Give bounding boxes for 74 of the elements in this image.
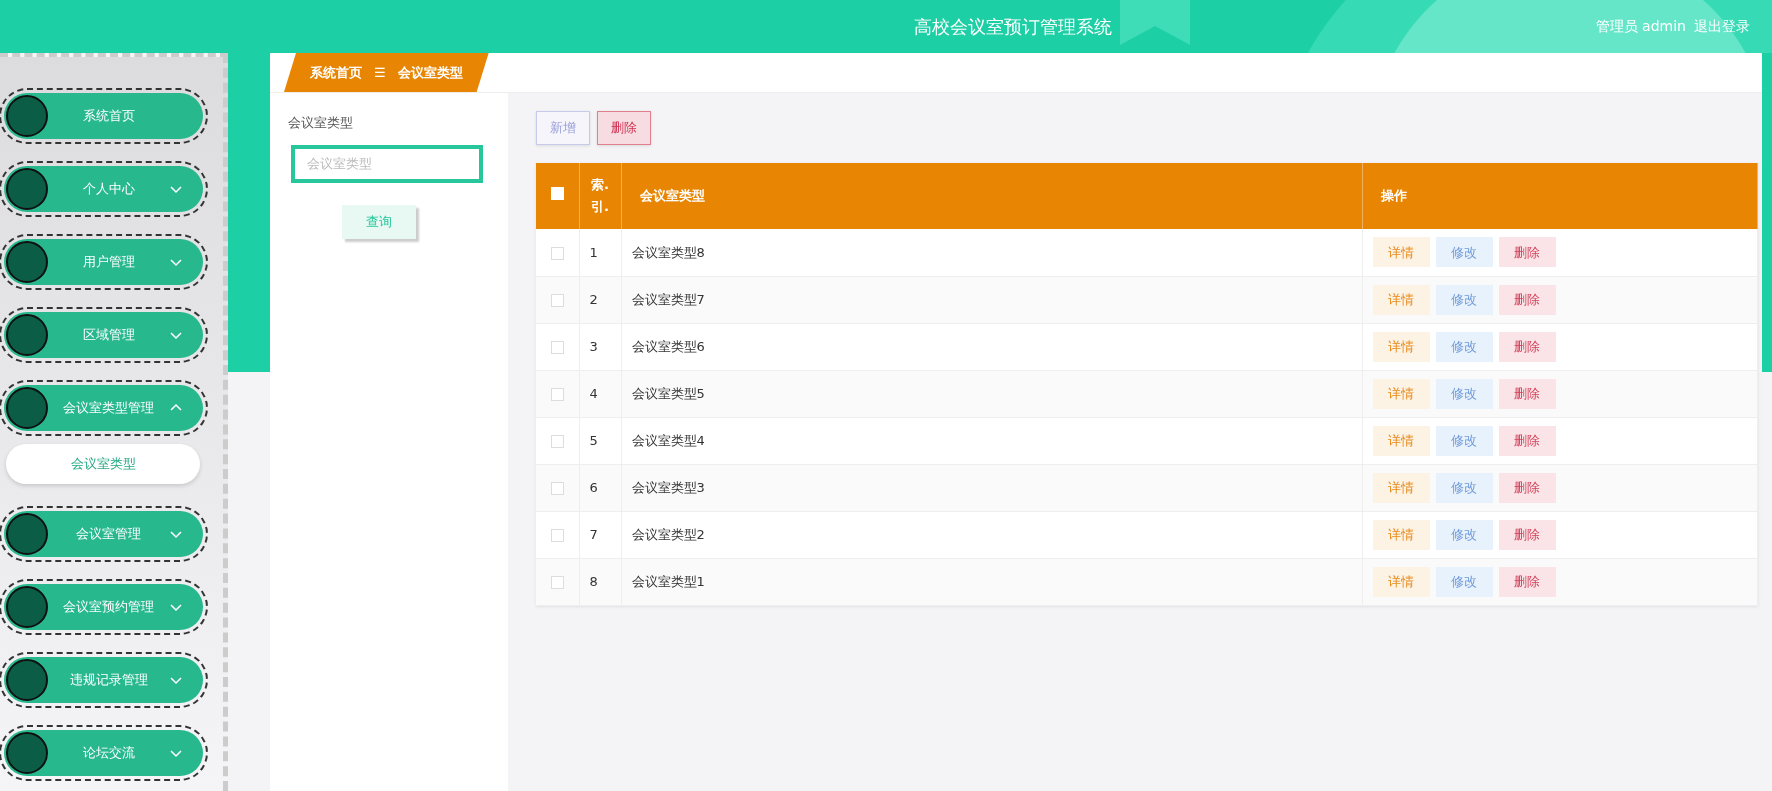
circle-icon	[6, 168, 48, 210]
table-cell: 会议室类型7	[631, 291, 705, 307]
table-cell: 7	[589, 526, 598, 542]
circle-icon	[6, 732, 48, 774]
detail-button[interactable]: 详情	[1372, 331, 1430, 362]
row-checkbox[interactable]	[550, 575, 564, 589]
detail-button[interactable]: 详情	[1372, 566, 1430, 597]
app-title: 高校会议室预订管理系统	[914, 15, 1112, 39]
circle-icon	[6, 586, 48, 628]
breadcrumb-link[interactable]: 系统首页	[310, 62, 362, 83]
table-cell: 会议室类型8	[631, 244, 705, 260]
table-cell: 会议室类型5	[631, 385, 705, 401]
detail-button[interactable]: 详情	[1372, 425, 1430, 456]
table-cell: 会议室类型6	[631, 338, 705, 354]
user-label: 管理员 admin	[1595, 17, 1686, 36]
separator-icon: ☰	[374, 62, 386, 83]
logout-link[interactable]: 退出登录	[1694, 16, 1750, 37]
edit-button[interactable]: 修改	[1435, 378, 1493, 409]
delete-button[interactable]: 删除	[1498, 425, 1556, 456]
add-button[interactable]: 新增	[536, 111, 590, 145]
table-cell: 3	[589, 338, 598, 354]
table-cell: 1	[589, 244, 598, 260]
row-checkbox[interactable]	[550, 246, 564, 260]
row-checkbox[interactable]	[550, 340, 564, 354]
detail-button[interactable]: 详情	[1372, 237, 1430, 268]
delete-button[interactable]: 删除	[1498, 331, 1556, 362]
circle-icon	[6, 241, 48, 283]
circle-icon	[6, 95, 48, 137]
row-checkbox[interactable]	[550, 293, 564, 307]
table-cell: 4	[589, 385, 598, 401]
circle-icon	[6, 659, 48, 701]
table-cell: 5	[589, 432, 598, 448]
row-checkbox[interactable]	[550, 528, 564, 542]
edit-button[interactable]: 修改	[1435, 472, 1493, 503]
detail-button[interactable]: 详情	[1372, 519, 1430, 550]
detail-button[interactable]: 详情	[1372, 378, 1430, 409]
circle-icon	[6, 314, 48, 356]
select-all-checkbox[interactable]	[550, 187, 564, 201]
row-checkbox[interactable]	[550, 387, 564, 401]
delete-button[interactable]: 删除	[1498, 519, 1556, 550]
row-checkbox[interactable]	[550, 481, 564, 495]
column-header: 会议室类型	[639, 188, 705, 204]
delete-button[interactable]: 删除	[597, 111, 651, 145]
submenu-item[interactable]: 会议室类型	[6, 444, 200, 484]
ribbon-icon	[1120, 0, 1190, 45]
table-cell: 8	[589, 573, 598, 589]
delete-button[interactable]: 删除	[1498, 284, 1556, 315]
detail-button[interactable]: 详情	[1372, 472, 1430, 503]
row-checkbox[interactable]	[550, 434, 564, 448]
edit-button[interactable]: 修改	[1435, 519, 1493, 550]
search-button[interactable]: 查询	[342, 204, 416, 239]
detail-button[interactable]: 详情	[1372, 284, 1430, 315]
edit-button[interactable]: 修改	[1435, 331, 1493, 362]
delete-button[interactable]: 删除	[1498, 472, 1556, 503]
table-cell: 会议室类型1	[631, 573, 705, 589]
circle-icon	[6, 513, 48, 555]
table-cell: 2	[589, 291, 598, 307]
table-cell: 6	[589, 479, 598, 495]
delete-button[interactable]: 删除	[1498, 566, 1556, 597]
delete-button[interactable]: 删除	[1498, 378, 1556, 409]
edit-button[interactable]: 修改	[1435, 425, 1493, 456]
table-cell: 会议室类型3	[631, 479, 705, 495]
column-header: 索.引.	[590, 175, 610, 216]
edit-button[interactable]: 修改	[1435, 566, 1493, 597]
column-header: 操作	[1380, 188, 1407, 204]
edit-button[interactable]: 修改	[1435, 237, 1493, 268]
circle-icon	[6, 387, 48, 429]
search-field[interactable]: 会议室类型	[291, 144, 483, 183]
table-cell: 会议室类型4	[631, 432, 705, 448]
delete-button[interactable]: 删除	[1498, 237, 1556, 268]
field-label: 会议室类型	[288, 114, 354, 132]
table-cell: 会议室类型2	[631, 526, 705, 542]
edit-button[interactable]: 修改	[1435, 284, 1493, 315]
breadcrumb-link[interactable]: 会议室类型	[397, 62, 463, 83]
